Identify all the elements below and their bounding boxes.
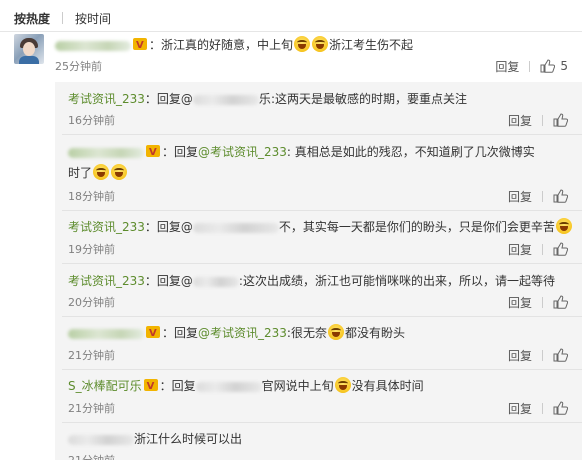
- reply-button[interactable]: 回复: [495, 58, 519, 75]
- like-thumb-icon[interactable]: [553, 295, 569, 309]
- reply-user-name[interactable]: 考试资讯_233: [68, 220, 145, 234]
- like-count: 5: [560, 59, 568, 73]
- reply-time: 21分钟前: [68, 402, 115, 415]
- list-item: 考试资讯_233：回复@:这次出成绩，浙江也可能悄咪咪的出来，所以，请一起等待: [68, 274, 555, 288]
- vip-badge-icon: [143, 378, 158, 396]
- reply-actions: 回复: [508, 400, 569, 417]
- laugh-emoji-icon: [294, 36, 311, 52]
- mentioned-user[interactable]: [195, 381, 262, 392]
- mentioned-user[interactable]: [192, 222, 279, 233]
- mentioned-user[interactable]: [192, 94, 259, 105]
- sweat-emoji-icon: [555, 218, 572, 234]
- reply-actions: 回复: [508, 112, 569, 129]
- user-name[interactable]: [55, 40, 131, 51]
- reply-user-name[interactable]: 考试资讯_233: [68, 92, 145, 106]
- reply-time: 20分钟前: [68, 296, 115, 309]
- list-item: 考试资讯_233：回复@ 不，其实每一天都是你们的盼头，只是你们会更辛苦: [68, 218, 573, 236]
- reply-time: 19分钟前: [68, 243, 115, 256]
- reply-actions: 回复: [508, 347, 569, 364]
- list-item: S_冰棒配可乐：回复官网说中上旬没有具体时间: [68, 377, 424, 396]
- main-comment-text: ：浙江真的好随意，中上旬浙江考生伤不起: [55, 36, 413, 55]
- reply-time: 18分钟前: [68, 190, 115, 203]
- list-item: 浙江什么时候可以出: [68, 430, 242, 448]
- laugh-emoji-icon: [312, 36, 329, 52]
- reply-user-name[interactable]: [68, 328, 144, 339]
- reply-button[interactable]: 回复: [508, 112, 532, 129]
- reply-user-name[interactable]: 考试资讯_233: [68, 274, 145, 288]
- like-thumb-icon[interactable]: [540, 59, 556, 73]
- reply-button[interactable]: 回复: [508, 188, 532, 205]
- like-thumb-icon[interactable]: [553, 242, 569, 256]
- vip-badge-icon: [146, 325, 160, 343]
- reply-time: 16分钟前: [68, 114, 115, 127]
- like-thumb-icon[interactable]: [553, 113, 569, 127]
- laugh-emoji-icon: [327, 324, 344, 340]
- reply-actions: 回复: [508, 241, 569, 258]
- laugh-emoji-icon: [93, 164, 110, 180]
- reply-actions: 回复: [508, 188, 569, 205]
- reply-button[interactable]: 回复: [508, 241, 532, 258]
- list-item: ：回复@考试资讯_233:很无奈都没有盼头: [68, 324, 405, 343]
- comment-actions: 回复 5: [495, 58, 568, 74]
- reply-button[interactable]: 回复: [508, 347, 532, 364]
- reply-actions: 回复: [508, 294, 569, 311]
- tab-sort-by-time[interactable]: 按时间: [75, 10, 111, 27]
- avatar[interactable]: [14, 34, 44, 64]
- like-thumb-icon[interactable]: [553, 348, 569, 362]
- header-divider: [0, 31, 582, 32]
- laugh-emoji-icon: [111, 164, 128, 180]
- comment-time: 25分钟前: [55, 60, 102, 73]
- reply-list: [55, 82, 582, 460]
- reply-time: 21分钟前: [68, 349, 115, 362]
- reply-user-name[interactable]: S_冰棒配可乐: [68, 379, 142, 393]
- vip-badge-icon: [133, 37, 147, 55]
- list-item: ：回复@考试资讯_233: 真相总是如此的残忍，不知道刷了几次微博实: [68, 143, 535, 162]
- laugh-emoji-icon: [334, 377, 351, 393]
- reply-text-continued: 时了: [68, 164, 128, 182]
- tab-divider: [62, 12, 64, 24]
- like-thumb-icon[interactable]: [553, 401, 569, 415]
- sort-tabs: 按热度 按时间: [14, 8, 111, 28]
- list-item: 考试资讯_233：回复@ 乐:这两天是最敏感的时期，要重点关注: [68, 92, 467, 106]
- reply-button[interactable]: 回复: [508, 400, 532, 417]
- reply-button[interactable]: 回复: [508, 294, 532, 311]
- reply-time: 21分钟前: [68, 452, 115, 460]
- mentioned-user[interactable]: [192, 276, 239, 287]
- vip-badge-icon: [146, 144, 160, 162]
- tab-sort-by-hot[interactable]: 按热度: [14, 10, 50, 27]
- reply-user-name[interactable]: [68, 434, 134, 445]
- reply-user-name[interactable]: [68, 147, 144, 158]
- like-thumb-icon[interactable]: [553, 189, 569, 203]
